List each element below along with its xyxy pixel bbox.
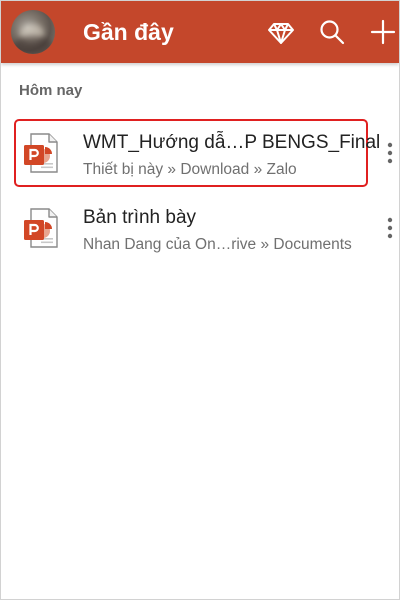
powerpoint-file-icon xyxy=(24,208,58,248)
add-icon[interactable] xyxy=(368,17,398,47)
premium-diamond-icon[interactable] xyxy=(266,17,296,47)
app-header: Gần đây xyxy=(1,1,399,63)
file-path: Nhan Dang của On…rive » Documents xyxy=(83,236,352,253)
app-frame: Gần đây Hôm nay WMT_Hướng dẫ…P BENGS_Fin… xyxy=(1,1,399,599)
file-row[interactable]: WMT_Hướng dẫ…P BENGS_Final Thiết bị này … xyxy=(1,117,399,189)
search-icon[interactable] xyxy=(317,17,347,47)
section-today-label: Hôm nay xyxy=(19,82,83,99)
more-options-icon[interactable] xyxy=(383,141,397,165)
account-avatar[interactable] xyxy=(11,10,55,54)
file-path: Thiết bị này » Download » Zalo xyxy=(83,161,297,178)
page-title: Gần đây xyxy=(83,19,174,45)
more-options-icon[interactable] xyxy=(383,216,397,240)
file-row[interactable]: Bản trình bày Nhan Dang của On…rive » Do… xyxy=(1,192,399,264)
file-name: WMT_Hướng dẫ…P BENGS_Final xyxy=(83,132,381,153)
file-name: Bản trình bày xyxy=(83,207,197,228)
powerpoint-file-icon xyxy=(24,133,58,173)
